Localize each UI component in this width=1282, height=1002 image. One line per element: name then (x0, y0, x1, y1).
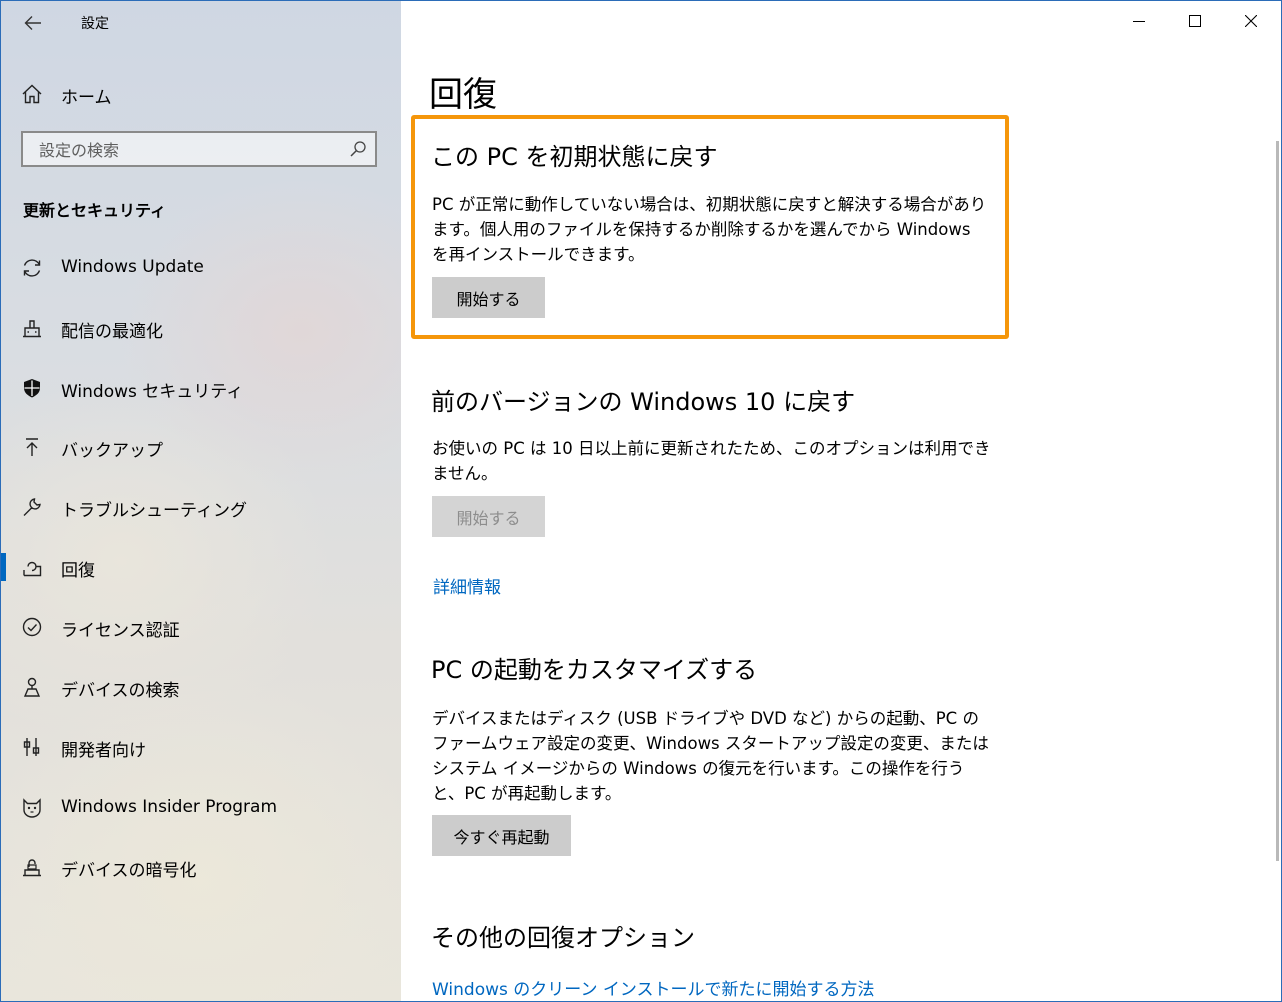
clean-install-link[interactable]: Windows のクリーン インストールで新たに開始する方法 (432, 975, 875, 1000)
sidebar-item-delivery-optimization[interactable]: 配信の最適化 (1, 304, 401, 352)
sidebar-item-home[interactable]: ホーム (1, 73, 401, 113)
sidebar-item-label: 配信の最適化 (61, 322, 163, 342)
search-icon (350, 141, 366, 157)
sync-icon (23, 259, 41, 277)
insider-cat-icon (23, 798, 41, 818)
sidebar-item-backup[interactable]: バックアップ (1, 423, 401, 471)
learn-more-link[interactable]: 詳細情報 (433, 573, 501, 598)
sidebar-item-label: Windows Insider Program (61, 797, 278, 817)
sidebar-item-recovery[interactable]: 回復 (1, 543, 401, 591)
sidebar-item-label: Windows Update (61, 257, 204, 277)
back-arrow-icon (24, 16, 41, 30)
developer-icon (23, 738, 40, 756)
backup-icon (26, 438, 38, 456)
page-title: 回復 (429, 75, 497, 115)
sidebar-item-windows-security[interactable]: Windows セキュリティ (1, 364, 401, 412)
sidebar-item-windows-update[interactable]: Windows Update (1, 244, 401, 292)
main-content: 回復 この PC を初期状態に戻す PC が正常に動作していない場合は、初期状態… (401, 1, 1281, 1001)
scrollbar[interactable] (1276, 141, 1279, 861)
sidebar-item-activation[interactable]: ライセンス認証 (1, 603, 401, 651)
sidebar-item-label: バックアップ (61, 441, 163, 461)
sidebar-item-label: 回復 (61, 561, 95, 581)
reset-description: PC が正常に動作していない場合は、初期状態に戻すと解決する場合があります。個人… (432, 195, 987, 264)
recovery-icon (23, 561, 42, 577)
wrench-icon (23, 498, 41, 516)
sidebar-item-insider[interactable]: Windows Insider Program (1, 784, 401, 832)
search-box[interactable] (21, 131, 377, 167)
encryption-icon (23, 859, 41, 877)
find-device-icon (23, 677, 41, 697)
sidebar-item-label: ライセンス認証 (61, 621, 180, 641)
delivery-optimization-icon (23, 320, 41, 338)
more-recovery-heading: その他の回復オプション (431, 924, 695, 952)
settings-window: 設定 ホーム 更新とセキュリティ Windows Update (0, 0, 1282, 1002)
sidebar-item-troubleshoot[interactable]: トラブルシューティング (1, 483, 401, 531)
sidebar-item-find-my-device[interactable]: デバイスの検索 (1, 663, 401, 711)
reset-start-button[interactable]: 開始する (432, 277, 545, 318)
shield-icon (24, 379, 40, 398)
go-back-heading: 前のバージョンの Windows 10 に戻す (431, 388, 856, 416)
advanced-startup-heading: PC の起動をカスタマイズする (431, 656, 758, 684)
sidebar: 設定 ホーム 更新とセキュリティ Windows Update (1, 1, 401, 1001)
sidebar-item-label: デバイスの暗号化 (61, 861, 197, 881)
sidebar-item-label: Windows セキュリティ (61, 382, 244, 402)
search-input[interactable] (37, 138, 341, 162)
sidebar-item-label: 開発者向け (61, 741, 146, 761)
sidebar-item-developers[interactable]: 開発者向け (1, 723, 401, 771)
restart-now-button[interactable]: 今すぐ再起動 (432, 815, 571, 856)
sidebar-item-label: デバイスの検索 (61, 681, 180, 701)
go-back-description: お使いの PC は 10 日以上前に更新されたため、このオプションは利用できませ… (432, 439, 991, 483)
sidebar-item-label: トラブルシューティング (61, 501, 247, 521)
app-title: 設定 (81, 16, 109, 32)
back-button[interactable] (19, 9, 47, 37)
section-title: 更新とセキュリティ (23, 201, 167, 220)
advanced-startup-description: デバイスまたはディスク (USB ドライブや DVD など) からの起動、PC … (432, 709, 989, 803)
home-label: ホーム (61, 88, 112, 108)
home-icon (22, 84, 42, 104)
reset-heading: この PC を初期状態に戻す (431, 143, 718, 171)
sidebar-item-device-encryption[interactable]: デバイスの暗号化 (1, 843, 401, 891)
go-back-start-button[interactable]: 開始する (432, 496, 545, 537)
check-circle-icon (22, 617, 42, 637)
